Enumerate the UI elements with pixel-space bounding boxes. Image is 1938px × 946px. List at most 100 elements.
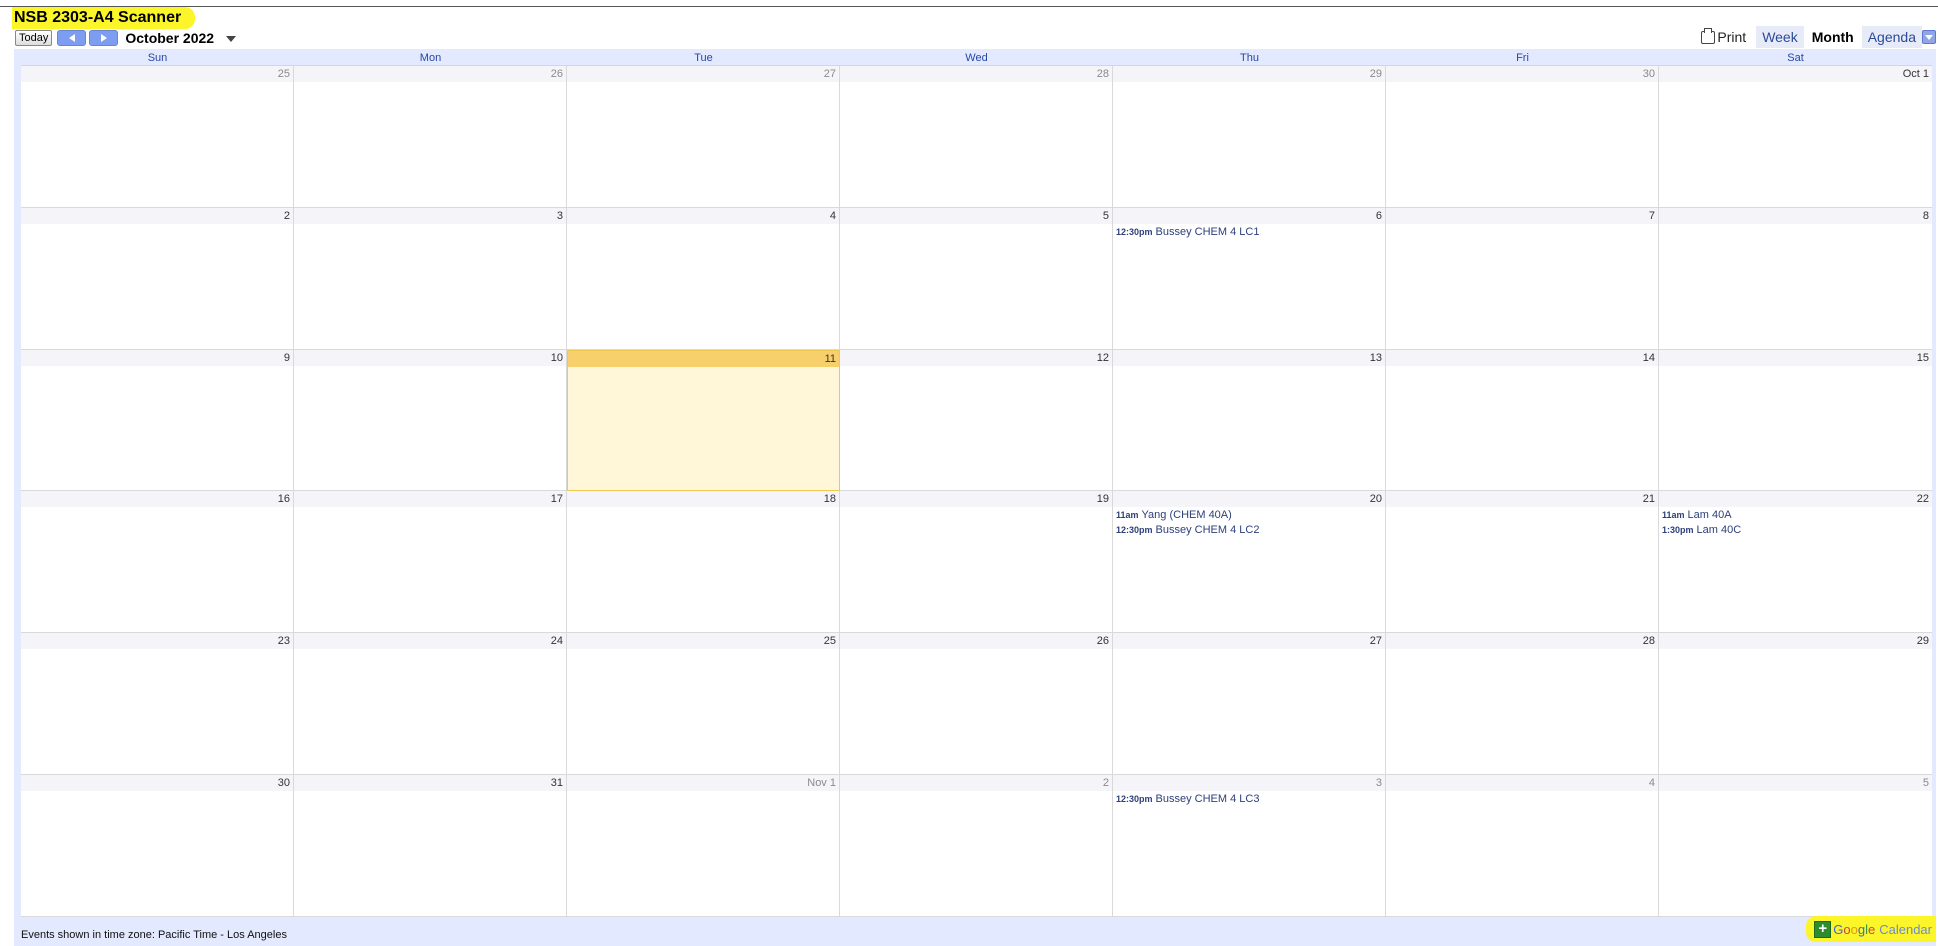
day-number[interactable]: 27 bbox=[1113, 633, 1385, 650]
add-to-google-calendar-button[interactable]: + Google Calendar bbox=[1806, 916, 1936, 942]
previous-month-button[interactable] bbox=[57, 30, 87, 46]
day-cell[interactable]: 19 bbox=[840, 491, 1113, 634]
day-cell[interactable]: 29 bbox=[1113, 66, 1386, 208]
day-number[interactable]: 29 bbox=[1659, 633, 1932, 650]
day-number[interactable]: 22 bbox=[1659, 491, 1932, 508]
day-number[interactable]: 11 bbox=[568, 350, 839, 367]
day-number[interactable]: 29 bbox=[1113, 66, 1385, 82]
day-cell[interactable]: 24 bbox=[294, 633, 567, 776]
day-cell[interactable]: 30 bbox=[1386, 66, 1659, 208]
day-cell[interactable]: 3 bbox=[294, 207, 567, 350]
day-cell[interactable]: 31 bbox=[294, 775, 567, 917]
day-cell[interactable]: 30 bbox=[21, 775, 294, 917]
day-number[interactable]: 23 bbox=[21, 633, 293, 650]
day-number[interactable]: 15 bbox=[1659, 349, 1932, 366]
calendar-event[interactable]: 1:30pm Lam 40C bbox=[1662, 524, 1932, 537]
print-button[interactable]: Print bbox=[1701, 27, 1746, 45]
day-number[interactable]: 30 bbox=[1386, 66, 1658, 82]
day-cell[interactable]: 4 bbox=[1386, 775, 1659, 917]
day-number[interactable]: 4 bbox=[1386, 775, 1658, 792]
day-cell[interactable]: 29 bbox=[1659, 633, 1932, 776]
day-cell[interactable]: 3 12:30pm Bussey CHEM 4 LC3 bbox=[1113, 775, 1386, 917]
day-number[interactable]: 12 bbox=[840, 349, 1112, 366]
tab-week[interactable]: Week bbox=[1756, 26, 1804, 48]
day-cell[interactable]: 13 bbox=[1113, 349, 1386, 492]
day-cell[interactable]: 4 bbox=[567, 207, 840, 350]
day-number[interactable]: 18 bbox=[567, 491, 839, 508]
day-number[interactable]: 30 bbox=[21, 775, 293, 792]
day-cell[interactable]: 23 bbox=[21, 633, 294, 776]
calendar-event[interactable]: 12:30pm Bussey CHEM 4 LC2 bbox=[1116, 524, 1385, 537]
day-cell[interactable]: 28 bbox=[1386, 633, 1659, 776]
day-number[interactable]: 16 bbox=[21, 491, 293, 508]
day-cell[interactable]: 21 bbox=[1386, 491, 1659, 634]
day-number[interactable]: 2 bbox=[840, 775, 1112, 792]
day-number[interactable]: 5 bbox=[840, 207, 1112, 224]
day-number[interactable]: 3 bbox=[294, 207, 566, 224]
day-number[interactable]: 10 bbox=[294, 349, 566, 366]
day-cell[interactable]: 8 bbox=[1659, 207, 1932, 350]
day-cell[interactable]: 25 bbox=[21, 66, 294, 208]
day-number[interactable]: 21 bbox=[1386, 491, 1658, 508]
day-cell[interactable]: 10 bbox=[294, 349, 567, 492]
day-number[interactable]: 8 bbox=[1659, 207, 1932, 224]
day-number[interactable]: 25 bbox=[21, 66, 293, 82]
day-number[interactable]: 17 bbox=[294, 491, 566, 508]
day-cell[interactable]: 26 bbox=[294, 66, 567, 208]
day-cell[interactable]: 22 11am Lam 40A 1:30pm Lam 40C bbox=[1659, 491, 1932, 634]
day-cell[interactable]: 15 bbox=[1659, 349, 1932, 492]
day-number[interactable]: 2 bbox=[21, 207, 293, 224]
day-number[interactable]: 24 bbox=[294, 633, 566, 650]
calendar-event[interactable]: 11am Lam 40A bbox=[1662, 509, 1932, 522]
month-picker-dropdown-icon[interactable] bbox=[226, 36, 237, 42]
day-cell[interactable]: 2 bbox=[21, 207, 294, 350]
view-options-dropdown[interactable] bbox=[1922, 30, 1936, 44]
day-cell[interactable]: 27 bbox=[567, 66, 840, 208]
day-cell[interactable]: 20 11am Yang (CHEM 40A) 12:30pm Bussey CHEM … bbox=[1113, 491, 1386, 634]
calendar-event[interactable]: 12:30pm Bussey CHEM 4 LC3 bbox=[1116, 793, 1385, 806]
day-number[interactable]: 4 bbox=[567, 207, 839, 224]
calendar-event[interactable]: 12:30pm Bussey CHEM 4 LC1 bbox=[1116, 226, 1385, 239]
day-cell[interactable]: 25 bbox=[567, 633, 840, 776]
day-cell[interactable]: 27 bbox=[1113, 633, 1386, 776]
next-month-button[interactable] bbox=[89, 30, 119, 46]
day-number[interactable]: 25 bbox=[567, 633, 839, 650]
day-cell[interactable]: 18 bbox=[567, 491, 840, 634]
day-number[interactable]: 28 bbox=[1386, 633, 1658, 650]
day-cell[interactable]: Nov 1 bbox=[567, 775, 840, 917]
day-number[interactable]: 26 bbox=[840, 633, 1112, 650]
day-cell[interactable]: 26 bbox=[840, 633, 1113, 776]
day-number[interactable]: 20 bbox=[1113, 491, 1385, 508]
day-cell[interactable]: 9 bbox=[21, 349, 294, 492]
day-number[interactable]: 7 bbox=[1386, 207, 1658, 224]
day-cell[interactable]: Oct 1 bbox=[1659, 66, 1932, 208]
day-cell[interactable]: 28 bbox=[840, 66, 1113, 208]
day-cell[interactable]: 7 bbox=[1386, 207, 1659, 350]
day-cell[interactable]: 12 bbox=[840, 349, 1113, 492]
day-number[interactable]: Oct 1 bbox=[1659, 66, 1932, 82]
day-cell[interactable]: 17 bbox=[294, 491, 567, 634]
day-number[interactable]: Nov 1 bbox=[567, 775, 839, 792]
day-cell[interactable]: 5 bbox=[1659, 775, 1932, 917]
day-cell[interactable]: 2 bbox=[840, 775, 1113, 917]
day-cell[interactable]: 16 bbox=[21, 491, 294, 634]
day-cell[interactable]: 14 bbox=[1386, 349, 1659, 492]
day-number[interactable]: 31 bbox=[294, 775, 566, 792]
day-number[interactable]: 28 bbox=[840, 66, 1112, 82]
calendar-event[interactable]: 11am Yang (CHEM 40A) bbox=[1116, 509, 1385, 522]
today-button[interactable]: Today bbox=[15, 30, 53, 46]
day-number[interactable]: 3 bbox=[1113, 775, 1385, 792]
day-number[interactable]: 26 bbox=[294, 66, 566, 82]
day-cell[interactable]: 5 bbox=[840, 207, 1113, 350]
day-number[interactable]: 6 bbox=[1113, 207, 1385, 224]
tab-month[interactable]: Month bbox=[1805, 26, 1860, 48]
tab-agenda[interactable]: Agenda bbox=[1861, 26, 1922, 48]
day-cell-today[interactable]: 11 bbox=[567, 349, 840, 492]
day-number[interactable]: 19 bbox=[840, 491, 1112, 508]
day-number[interactable]: 5 bbox=[1659, 775, 1932, 792]
day-number[interactable]: 14 bbox=[1386, 349, 1658, 366]
day-number[interactable]: 13 bbox=[1113, 349, 1385, 366]
day-number[interactable]: 27 bbox=[567, 66, 839, 82]
day-number[interactable]: 9 bbox=[21, 349, 293, 366]
day-cell[interactable]: 6 12:30pm Bussey CHEM 4 LC1 bbox=[1113, 207, 1386, 350]
